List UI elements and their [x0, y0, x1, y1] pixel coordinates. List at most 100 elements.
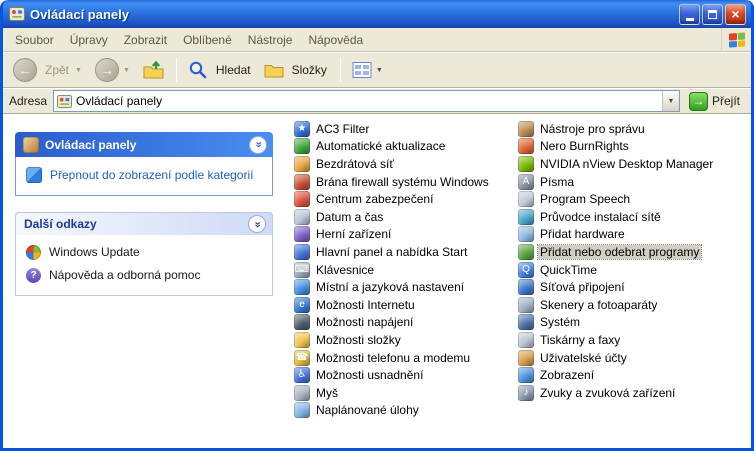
printers-faxes-icon [518, 332, 534, 348]
see-also-pane-header[interactable]: Další odkazy » [15, 212, 273, 235]
menu-view[interactable]: Zobrazit [116, 30, 175, 50]
windows-logo-quadrant [737, 32, 745, 39]
list-item-label: Automatické aktualizace [314, 139, 447, 153]
back-dropdown-caret-icon[interactable]: ▼ [75, 67, 82, 74]
control-panel-pane-header[interactable]: Ovládací panely » [15, 132, 273, 157]
control-panel-icon [9, 6, 25, 22]
list-item[interactable]: Program Speech [518, 190, 742, 208]
list-item-label: Možnosti Internetu [314, 298, 417, 312]
admin-tools-icon [518, 121, 534, 137]
address-input[interactable]: Ovládací panely ▼ [53, 90, 680, 112]
addressbar: Adresa Ovládací panely ▼ → Přejít [3, 88, 751, 114]
item-column-1: ★AC3 FilterAutomatické aktualizace Bezdrá… [294, 120, 518, 448]
list-item[interactable]: Nástroje pro správu [518, 120, 742, 138]
see-also-pane-body: Windows Update ? Nápověda a odborná pomo… [15, 235, 273, 296]
switch-view-link-row[interactable]: Přepnout do zobrazení podle kategorií [26, 167, 262, 183]
list-item[interactable]: eMožnosti Internetu [294, 296, 518, 314]
list-item[interactable]: ★AC3 Filter [294, 120, 518, 138]
list-item[interactable]: Brána firewall systému Windows [294, 173, 518, 191]
minimize-icon [686, 18, 694, 21]
windows-logo [721, 28, 751, 52]
collapse-pane-button[interactable]: » [248, 215, 266, 233]
go-label: Přejít [712, 94, 740, 108]
list-item[interactable]: Skenery a fotoaparáty [518, 296, 742, 314]
network-connections-icon [518, 279, 534, 295]
help-support-link[interactable]: Nápověda a odborná pomoc [49, 268, 200, 282]
menu-tools[interactable]: Nástroje [240, 30, 301, 50]
list-item[interactable]: APísma [518, 173, 742, 191]
titlebar[interactable]: Ovládací panely × [3, 0, 751, 28]
taskbar-start-menu-icon [294, 244, 310, 260]
forward-button[interactable]: → ▼ [91, 55, 136, 85]
list-item[interactable]: Průvodce instalací sítě [518, 208, 742, 226]
list-item[interactable]: Možnosti napájení [294, 314, 518, 332]
views-dropdown-caret-icon[interactable]: ▼ [376, 67, 383, 74]
list-item-label: QuickTime [538, 263, 599, 277]
back-button[interactable]: ← Zpět ▼ [9, 55, 88, 85]
list-item[interactable]: Systém [518, 314, 742, 332]
switch-category-view-link[interactable]: Přepnout do zobrazení podle kategorií [50, 167, 253, 183]
menu-favorites[interactable]: Oblíbené [175, 30, 240, 50]
up-folder-icon [143, 60, 165, 80]
list-item-label: Uživatelské účty [538, 351, 629, 365]
close-button[interactable]: × [725, 4, 746, 25]
sounds-audio-icon: ♪ [518, 385, 534, 401]
list-item-label: Zvuky a zvuková zařízení [538, 386, 677, 400]
accessibility-icon: ♿ [294, 367, 310, 383]
list-item[interactable]: Uživatelské účty [518, 349, 742, 367]
collapse-pane-button[interactable]: » [249, 136, 267, 154]
list-item[interactable]: Datum a čas [294, 208, 518, 226]
window-title: Ovládací panely [30, 7, 679, 22]
list-item[interactable]: Myš [294, 384, 518, 402]
list-item[interactable]: Hlavní panel a nabídka Start [294, 243, 518, 261]
list-item[interactable]: ♪ Zvuky a zvuková zařízení [518, 384, 742, 402]
list-item-label: Možnosti telefonu a modemu [314, 351, 472, 365]
windows-flag-icon [729, 32, 745, 47]
list-item-label: Nástroje pro správu [538, 122, 647, 136]
list-item[interactable]: ♿Možnosti usnadnění [294, 366, 518, 384]
windows-update-link-row[interactable]: Windows Update [26, 245, 262, 260]
add-hardware-icon [518, 226, 534, 242]
date-time-icon [294, 209, 310, 225]
forward-dropdown-caret-icon[interactable]: ▼ [123, 67, 130, 74]
address-dropdown-button[interactable]: ▼ [662, 91, 679, 111]
up-button[interactable] [139, 57, 169, 83]
menu-file[interactable]: Soubor [7, 30, 62, 50]
list-item[interactable]: NVIDIA nView Desktop Manager [518, 155, 742, 173]
list-item[interactable]: Bezdrátová síť [294, 155, 518, 173]
help-support-link-row[interactable]: ? Nápověda a odborná pomoc [26, 268, 262, 283]
list-item[interactable]: Herní zařízení [294, 226, 518, 244]
list-item[interactable]: Přidat hardware [518, 226, 742, 244]
menu-help[interactable]: Nápověda [300, 30, 371, 50]
menu-edit[interactable]: Úpravy [62, 30, 116, 50]
minimize-button[interactable] [679, 4, 700, 25]
list-item[interactable]: Automatické aktualizace [294, 138, 518, 156]
list-item[interactable]: Síťová připojení [518, 278, 742, 296]
control-panel-small-icon [23, 137, 39, 153]
list-item[interactable]: Možnosti složky [294, 331, 518, 349]
scheduled-tasks-icon [294, 402, 310, 418]
list-item-label: Bezdrátová síť [314, 157, 396, 171]
list-item[interactable]: Naplánované úlohy [294, 402, 518, 420]
search-button[interactable]: Hledat [184, 57, 257, 83]
windows-update-link[interactable]: Windows Update [49, 245, 140, 259]
go-button[interactable]: → Přejít [686, 91, 743, 112]
list-item[interactable]: Nero BurnRights [518, 138, 742, 156]
list-item[interactable]: Přidat nebo odebrat programy [518, 243, 742, 261]
list-item[interactable]: Centrum zabezpečení [294, 190, 518, 208]
game-controllers-icon [294, 226, 310, 242]
folders-button[interactable]: Složky [260, 58, 333, 82]
toolbar-separator [340, 58, 341, 82]
list-item[interactable]: Místní a jazyková nastavení [294, 278, 518, 296]
maximize-button[interactable] [702, 4, 723, 25]
list-item[interactable]: ☎Možnosti telefonu a modemu [294, 349, 518, 367]
list-item[interactable]: QQuickTime [518, 261, 742, 279]
forward-icon: → [95, 58, 119, 82]
views-button[interactable]: ▼ [348, 58, 389, 82]
item-column-2: Nástroje pro správu Nero BurnRightsNVIDIA… [518, 120, 742, 448]
list-item[interactable]: ⌨Klávesnice [294, 261, 518, 279]
list-item[interactable]: Zobrazení [518, 366, 742, 384]
list-item[interactable]: Tiskárny a faxy [518, 331, 742, 349]
list-item-label: Možnosti složky [314, 333, 403, 347]
power-options-icon [294, 314, 310, 330]
